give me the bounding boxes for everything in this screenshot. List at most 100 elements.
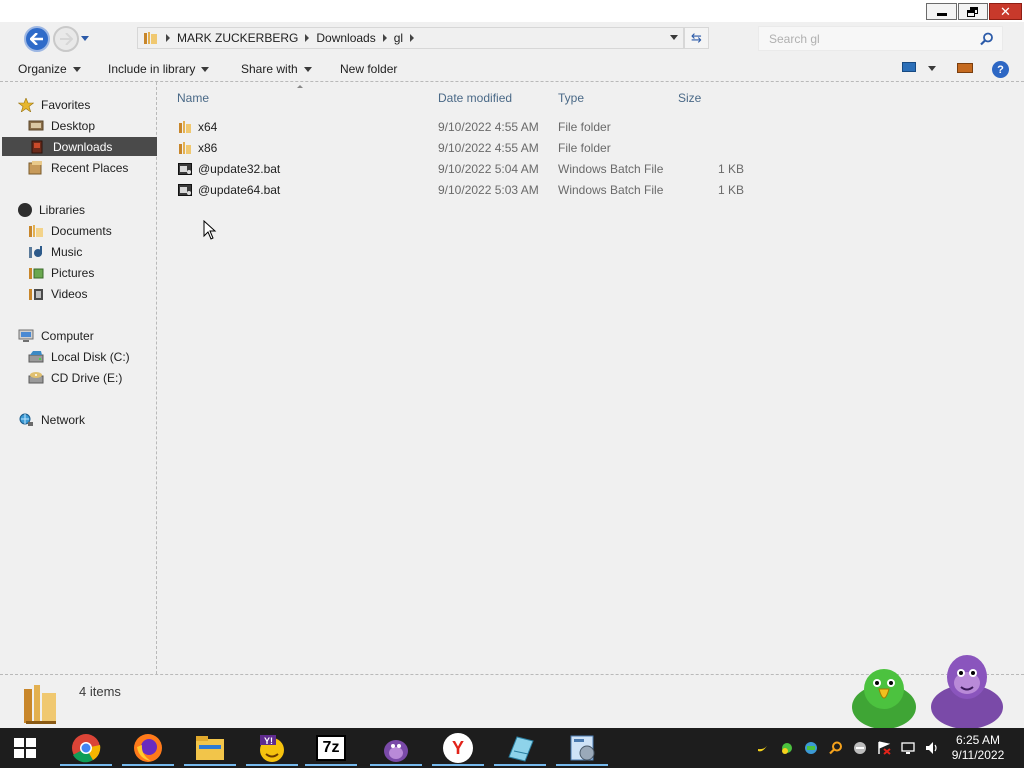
taskbar-yahoo-messenger[interactable]: Y!: [244, 730, 300, 766]
system-clock[interactable]: 6:25 AM 9/11/2022: [944, 733, 1012, 763]
include-in-library-button[interactable]: Include in library: [108, 61, 210, 77]
file-type: File folder: [558, 141, 611, 155]
forward-button[interactable]: [53, 26, 79, 52]
navigation-bar: MARK ZUCKERBERG Downloads gl ⇆: [0, 22, 1024, 56]
restore-button[interactable]: [958, 3, 988, 20]
network-icon: [19, 413, 33, 426]
minimize-icon: [936, 12, 947, 16]
file-date: 9/10/2022 4:55 AM: [438, 141, 539, 155]
taskbar-notepad[interactable]: [492, 730, 548, 766]
breadcrumb-downloads[interactable]: Downloads: [314, 28, 377, 48]
downloads-icon: [31, 140, 43, 153]
chevron-down-icon: [81, 35, 89, 41]
sidebar-item-desktop[interactable]: Desktop: [28, 116, 156, 135]
file-size: 1 KB: [717, 183, 744, 197]
leaf-tray-icon[interactable]: [780, 741, 794, 755]
sidebar-item-recent-places[interactable]: Recent Places: [28, 158, 156, 177]
volume-icon[interactable]: [925, 741, 939, 755]
view-options-dropdown[interactable]: [928, 66, 936, 71]
sidebar-item-music[interactable]: Music: [28, 242, 156, 261]
share-with-label: Share with: [241, 62, 298, 76]
change-view-icon[interactable]: [902, 62, 916, 72]
column-header-size[interactable]: Size: [678, 91, 701, 105]
disabled-tray-icon[interactable]: [853, 741, 867, 755]
breadcrumb-gl[interactable]: gl: [392, 28, 405, 48]
parrot-mascot-icon[interactable]: [846, 663, 922, 729]
taskbar-control-panel[interactable]: [554, 730, 610, 766]
address-bar[interactable]: MARK ZUCKERBERG Downloads gl: [137, 27, 684, 49]
organize-button[interactable]: Organize: [18, 61, 81, 77]
back-button[interactable]: [24, 26, 50, 52]
sidebar-label: Computer: [41, 328, 94, 343]
organize-label: Organize: [18, 62, 67, 76]
table-row[interactable]: x64 9/10/2022 4:55 AM File folder: [176, 117, 776, 137]
search-box[interactable]: [758, 26, 1003, 51]
address-history-dropdown[interactable]: [670, 35, 678, 40]
preview-pane-icon[interactable]: [957, 63, 973, 73]
file-date: 9/10/2022 5:04 AM: [438, 162, 539, 176]
sidebar-label: Pictures: [51, 265, 95, 280]
file-name: @update32.bat: [198, 162, 281, 176]
command-toolbar: Organize Include in library Share with N…: [0, 56, 1024, 82]
sidebar-item-videos[interactable]: Videos: [28, 284, 156, 303]
recent-locations-dropdown[interactable]: [80, 32, 90, 44]
banana-tray-icon[interactable]: [756, 741, 770, 755]
sidebar-label: Favorites: [41, 97, 91, 112]
breadcrumb-mark-zuckerberg[interactable]: MARK ZUCKERBERG: [175, 28, 300, 48]
flag-tray-icon[interactable]: [877, 741, 891, 755]
close-button[interactable]: ✕: [989, 3, 1022, 20]
sidebar-item-libraries[interactable]: Libraries: [18, 200, 156, 219]
mouse-cursor-icon: [203, 220, 217, 240]
breadcrumb-separator[interactable]: [405, 28, 419, 48]
taskbar-file-explorer[interactable]: [182, 730, 238, 766]
column-header-name[interactable]: Name: [177, 91, 209, 105]
sidebar-label: Local Disk (C:): [51, 349, 130, 364]
breadcrumb-separator[interactable]: [161, 28, 175, 48]
sidebar-item-pictures[interactable]: Pictures: [28, 263, 156, 282]
taskbar-7-zip[interactable]: 7z: [303, 730, 359, 766]
sidebar-item-cd-drive[interactable]: CD Drive (E:): [28, 368, 156, 387]
breadcrumb-separator[interactable]: [378, 28, 392, 48]
taskbar-bonzibuddy[interactable]: [368, 730, 424, 766]
file-type: Windows Batch File: [558, 162, 664, 176]
clock-time: 6:25 AM: [955, 733, 1001, 747]
sidebar-item-network[interactable]: Network: [18, 410, 156, 429]
table-row[interactable]: x86 9/10/2022 4:55 AM File folder: [176, 138, 776, 158]
column-header-type[interactable]: Type: [558, 91, 584, 105]
sort-indicator-icon: [297, 85, 303, 88]
refresh-button[interactable]: ⇆: [684, 27, 709, 49]
taskbar: Y! 7z Y 6:25 AM 9/11/2022: [0, 728, 1024, 768]
navigation-pane: Favorites Desktop Downloads Recent Place…: [0, 82, 157, 674]
sidebar-item-documents[interactable]: Documents: [28, 221, 156, 240]
new-folder-button[interactable]: New folder: [340, 61, 397, 77]
sidebar-item-computer[interactable]: Computer: [18, 326, 156, 345]
sidebar-item-downloads[interactable]: Downloads: [2, 137, 157, 156]
sidebar-label: Documents: [51, 223, 112, 238]
search-input[interactable]: [769, 31, 979, 46]
sidebar-item-favorites[interactable]: Favorites: [18, 95, 156, 114]
share-with-button[interactable]: Share with: [241, 61, 312, 77]
search-icon[interactable]: [980, 32, 994, 46]
file-date: 9/10/2022 5:03 AM: [438, 183, 539, 197]
taskbar-firefox[interactable]: [120, 730, 176, 766]
windows-start-icon[interactable]: [14, 738, 36, 758]
minimize-button[interactable]: [926, 3, 957, 20]
chevron-down-icon: [670, 35, 678, 40]
gorilla-mascot-icon[interactable]: [926, 647, 1008, 729]
local-disk-icon: [28, 350, 44, 362]
table-row[interactable]: @update32.bat 9/10/2022 5:04 AM Windows …: [176, 159, 776, 179]
search-tray-icon[interactable]: [829, 741, 843, 755]
network-tray-icon[interactable]: [804, 741, 818, 755]
help-icon[interactable]: ?: [992, 61, 1009, 78]
display-tray-icon[interactable]: [901, 741, 915, 755]
videos-icon: [29, 288, 43, 300]
column-header-date-modified[interactable]: Date modified: [438, 91, 512, 105]
breadcrumb-separator[interactable]: [300, 28, 314, 48]
taskbar-yandex-browser[interactable]: Y: [430, 730, 486, 766]
taskbar-chrome[interactable]: [58, 730, 114, 766]
libraries-icon: [18, 202, 32, 217]
table-row[interactable]: @update64.bat 9/10/2022 5:03 AM Windows …: [176, 180, 776, 200]
file-name: x86: [198, 141, 218, 155]
sidebar-item-local-disk[interactable]: Local Disk (C:): [28, 347, 156, 366]
sidebar-label: Music: [51, 244, 83, 259]
